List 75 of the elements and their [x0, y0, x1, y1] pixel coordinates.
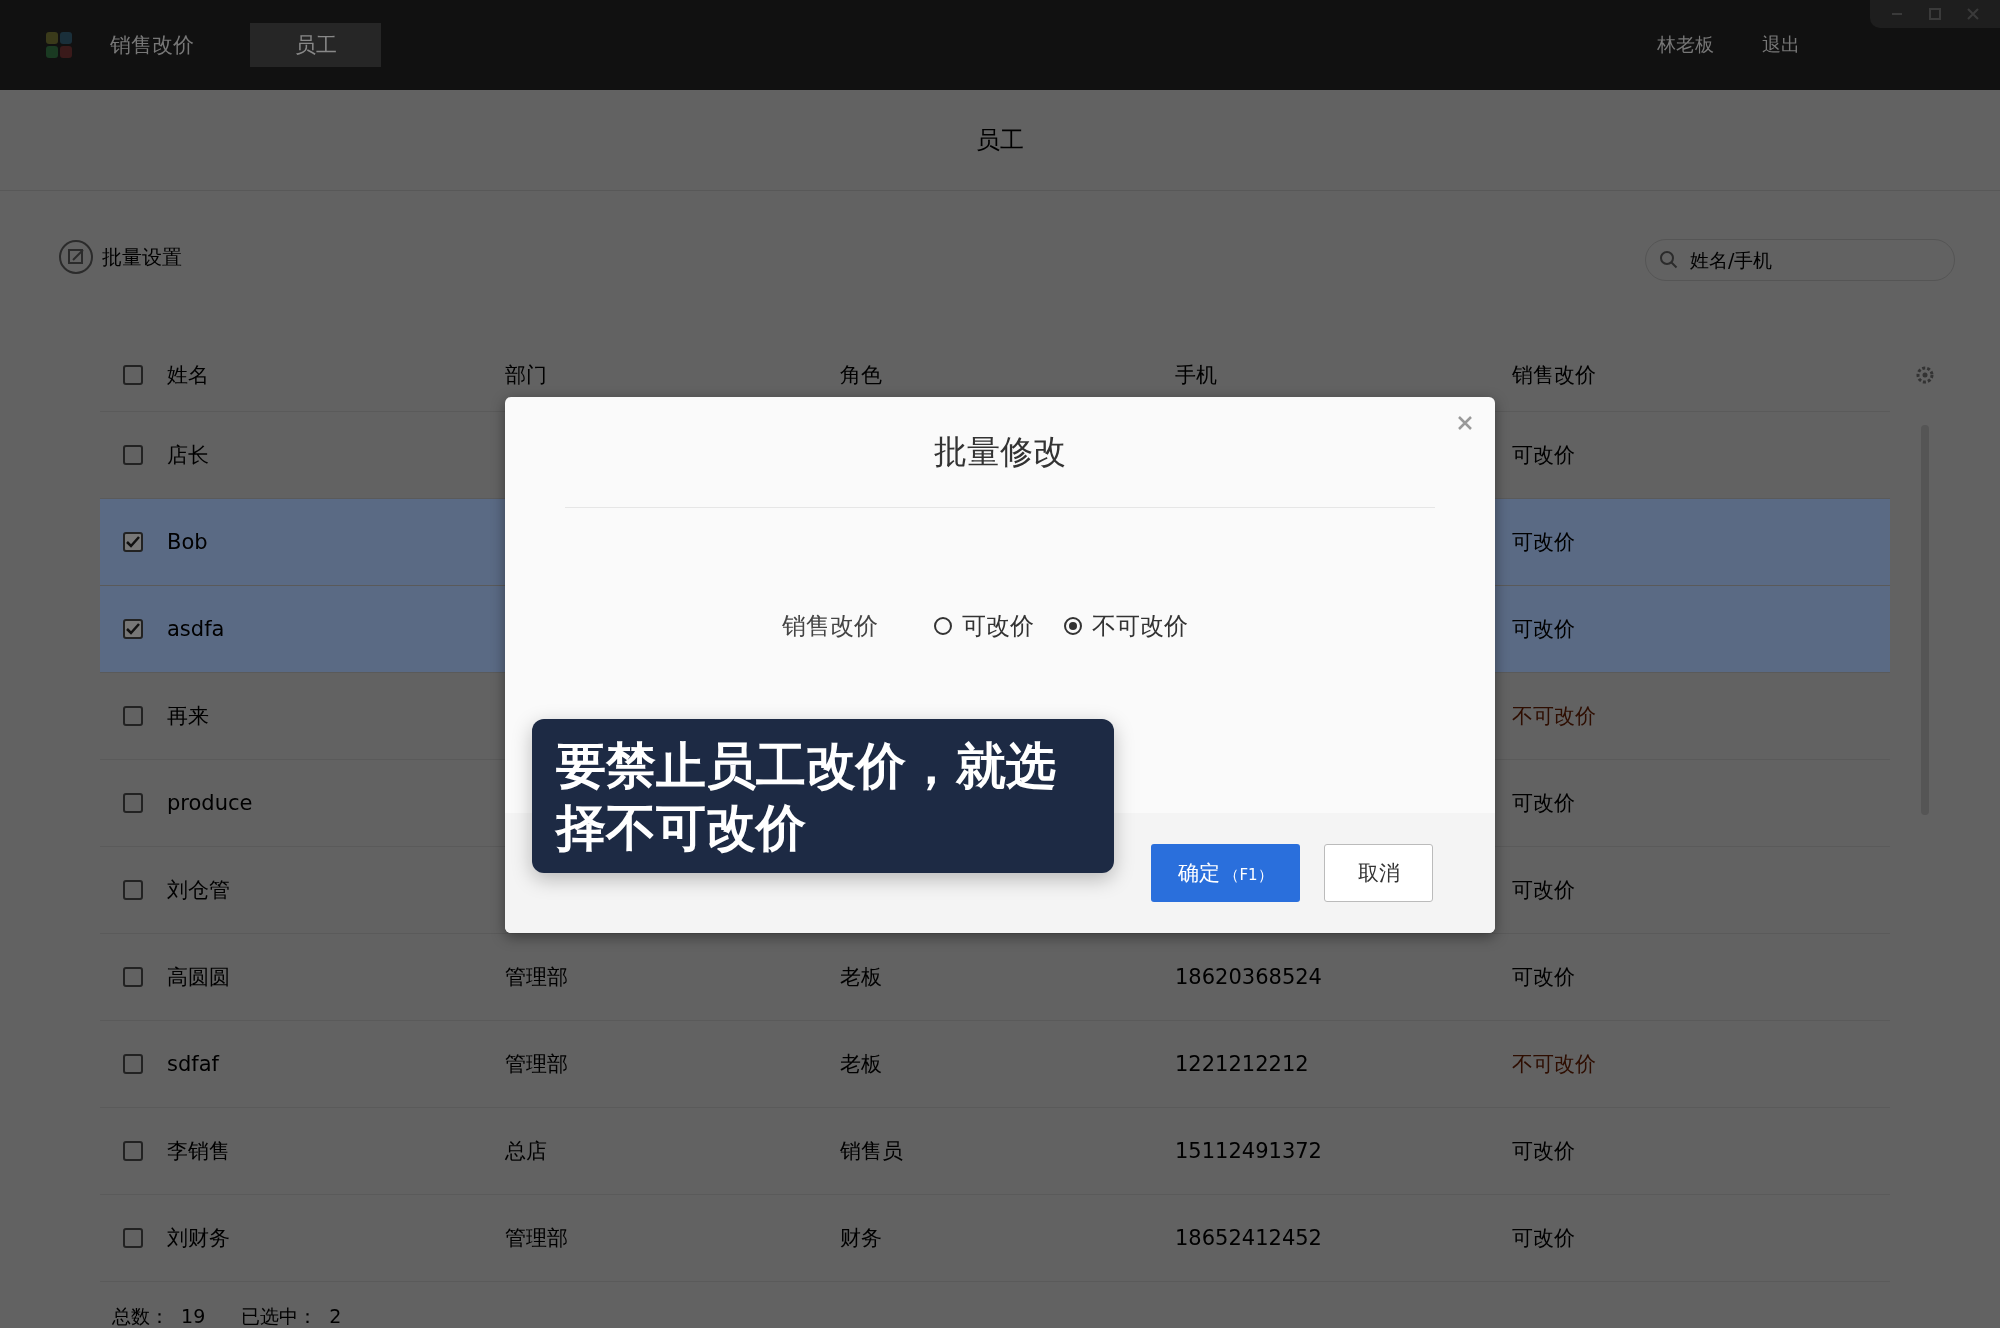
table-row[interactable]: 刘财务 管理部 财务 18652412452 可改价: [100, 1195, 1890, 1282]
table-cell: 高圆圆: [167, 965, 230, 989]
table-cell: 1221212212: [1175, 1052, 1309, 1076]
row-checkbox[interactable]: [122, 619, 143, 639]
maximize-icon[interactable]: [1928, 7, 1942, 21]
selected-count: 已选中： 2: [241, 1304, 342, 1328]
column-header: 销售改价: [1512, 363, 1596, 387]
row-checkbox[interactable]: [122, 967, 143, 987]
row-checkbox[interactable]: [122, 1054, 143, 1074]
table-row[interactable]: 李销售 总店 销售员 15112491372 可改价: [100, 1108, 1890, 1195]
table-cell: 可改价: [1512, 1139, 1575, 1163]
column-header: 姓名: [167, 363, 209, 387]
table-row[interactable]: 高圆圆 管理部 老板 18620368524 可改价: [100, 934, 1890, 1021]
column-header: 部门: [505, 363, 547, 387]
cancel-button[interactable]: 取消: [1324, 844, 1433, 902]
confirm-button[interactable]: 确定 （F1）: [1151, 844, 1300, 902]
table-cell: 可改价: [1512, 791, 1575, 815]
table-cell: 刘仓管: [167, 878, 230, 902]
row-checkbox[interactable]: [122, 445, 143, 465]
table-cell: 老板: [840, 1052, 882, 1076]
table-cell: 18652412452: [1175, 1226, 1322, 1250]
page-title: 员工: [976, 125, 1024, 156]
table-cell: 可改价: [1512, 965, 1575, 989]
table-cell: 18620368524: [1175, 965, 1322, 989]
batch-settings-button[interactable]: 批量设置: [58, 239, 182, 275]
user-name[interactable]: 林老板: [1657, 32, 1714, 58]
table-cell: 管理部: [505, 965, 568, 989]
table-cell: 可改价: [1512, 878, 1575, 902]
radio-option[interactable]: 可改价: [934, 609, 1034, 642]
row-checkbox[interactable]: [122, 880, 143, 900]
table-cell: 15112491372: [1175, 1139, 1322, 1163]
table-cell: asdfa: [167, 617, 225, 641]
table-cell: 李销售: [167, 1139, 230, 1163]
table-cell: sdfaf: [167, 1052, 219, 1076]
search-field[interactable]: 姓名/手机: [1645, 239, 1955, 281]
field-label: 销售改价: [782, 610, 878, 642]
table-cell: 可改价: [1512, 443, 1575, 467]
table-cell: 总店: [505, 1139, 547, 1163]
logout-link[interactable]: 退出: [1762, 32, 1800, 58]
column-header: 手机: [1175, 363, 1217, 387]
select-all-checkbox[interactable]: [122, 365, 143, 385]
row-checkbox[interactable]: [122, 706, 143, 726]
table-cell: 不可改价: [1512, 1052, 1596, 1076]
table-cell: 不可改价: [1512, 704, 1596, 728]
table-cell: 财务: [840, 1226, 882, 1250]
edit-icon: [58, 239, 94, 275]
table-cell: 刘财务: [167, 1226, 230, 1250]
table-cell: 管理部: [505, 1226, 568, 1250]
close-icon[interactable]: [1966, 7, 1980, 21]
table-row[interactable]: sdfaf 管理部 老板 1221212212 不可改价: [100, 1021, 1890, 1108]
table-cell: Bob: [167, 530, 208, 554]
total-count: 总数： 19: [112, 1304, 206, 1328]
dialog-title: 批量修改: [934, 430, 1066, 473]
row-checkbox[interactable]: [122, 532, 143, 552]
table-cell: 管理部: [505, 1052, 568, 1076]
table-cell: 可改价: [1512, 1226, 1575, 1250]
close-icon[interactable]: [1457, 415, 1473, 431]
radio-option[interactable]: 不可改价: [1064, 609, 1188, 642]
settings-icon[interactable]: [1915, 365, 1935, 385]
logo-icon: [44, 30, 74, 60]
table-cell: 可改价: [1512, 617, 1575, 641]
table-cell: 销售员: [840, 1139, 903, 1163]
table-cell: produce: [167, 791, 253, 815]
tooltip: 要禁止员工改价，就选择不可改价: [532, 719, 1114, 873]
row-checkbox[interactable]: [122, 793, 143, 813]
column-header: 角色: [840, 363, 882, 387]
row-checkbox[interactable]: [122, 1141, 143, 1161]
table-cell: 老板: [840, 965, 882, 989]
nav-tab[interactable]: 员工: [250, 23, 381, 67]
table-cell: 店长: [167, 443, 209, 467]
table-cell: 可改价: [1512, 530, 1575, 554]
app-name: 销售改价: [110, 32, 194, 59]
table-cell: 再来: [167, 704, 209, 728]
search-icon: [1659, 250, 1679, 270]
row-checkbox[interactable]: [122, 1228, 143, 1248]
